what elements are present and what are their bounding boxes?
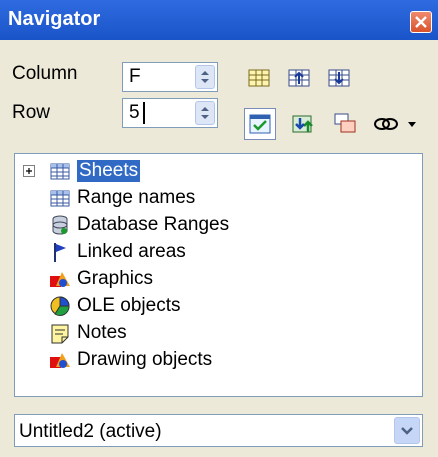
- tree-item-notes[interactable]: Notes: [49, 321, 127, 345]
- title-bar[interactable]: Navigator: [0, 0, 438, 40]
- end-button[interactable]: [325, 64, 353, 92]
- linked-areas-icon: [54, 243, 66, 262]
- column-spin-field[interactable]: F: [122, 62, 218, 92]
- scenarios-button[interactable]: [290, 110, 318, 138]
- spin-arrows-icon: [201, 71, 209, 83]
- tree-item-label: Linked areas: [77, 241, 186, 262]
- row-value[interactable]: 5: [129, 102, 140, 124]
- tree-item-database-ranges[interactable]: Database Ranges: [49, 213, 229, 237]
- row-spin-buttons[interactable]: [195, 101, 215, 125]
- close-button[interactable]: [410, 11, 432, 33]
- row-spin-field[interactable]: 5: [122, 98, 218, 128]
- data-range-button[interactable]: [245, 64, 273, 92]
- graphics-icon: [50, 272, 70, 287]
- navigator-window: Navigator Column F Row 5 Sheets Range na…: [0, 0, 438, 457]
- tree-item-linked-areas[interactable]: Linked areas: [49, 240, 186, 264]
- document-select[interactable]: Untitled2 (active): [14, 414, 423, 447]
- drag-mode-button[interactable]: [331, 110, 359, 138]
- document-select-dropdown-button[interactable]: [394, 417, 420, 444]
- tree-item-ole-objects[interactable]: OLE objects: [49, 294, 181, 318]
- row-label: Row: [12, 102, 51, 123]
- close-icon: [415, 16, 427, 28]
- link-button[interactable]: [372, 110, 400, 138]
- range-names-icon: [50, 190, 70, 207]
- notes-icon: [51, 324, 69, 344]
- tree-item-graphics[interactable]: Graphics: [49, 267, 153, 291]
- text-caret: [143, 102, 145, 124]
- tree-item-label: Range names: [77, 187, 196, 208]
- contents-toggle-button[interactable]: [244, 108, 276, 140]
- tree-item-label: Drawing objects: [77, 349, 213, 370]
- expand-sheets-toggle[interactable]: [23, 165, 35, 177]
- sheets-icon: [50, 163, 70, 180]
- column-label: Column: [12, 63, 78, 84]
- tree-item-range-names[interactable]: Range names: [49, 186, 195, 210]
- tree-item-label: OLE objects: [77, 295, 181, 316]
- database-icon: [52, 215, 68, 235]
- end-icon: [328, 69, 350, 87]
- dropdown-arrow-icon: [408, 122, 416, 127]
- tree-item-label: Notes: [77, 322, 127, 343]
- spin-arrows-icon: [201, 107, 209, 119]
- plus-icon: [26, 168, 32, 174]
- start-icon: [288, 69, 310, 87]
- start-button[interactable]: [285, 64, 313, 92]
- drawing-objects-icon: [50, 353, 70, 368]
- tree-item-sheets[interactable]: Sheets: [49, 159, 141, 183]
- scenarios-icon: [292, 115, 313, 133]
- tree-item-label: Database Ranges: [77, 214, 230, 235]
- ole-objects-icon: [50, 296, 70, 317]
- column-spin-buttons[interactable]: [195, 65, 215, 89]
- chevron-down-icon: [401, 427, 413, 435]
- navigator-tree[interactable]: Sheets Range names Database Ranges Linke…: [14, 153, 423, 397]
- document-select-value: Untitled2 (active): [19, 421, 162, 442]
- window-title: Navigator: [8, 8, 101, 30]
- data-range-icon: [248, 69, 270, 87]
- tree-item-label: Sheets: [77, 160, 141, 182]
- toolbar-menu-button[interactable]: [400, 110, 424, 138]
- contents-toggle-icon: [249, 114, 271, 134]
- link-icon: [374, 118, 398, 130]
- tree-item-drawing-objects[interactable]: Drawing objects: [49, 348, 212, 372]
- drag-mode-icon: [334, 113, 356, 133]
- column-value[interactable]: F: [129, 66, 141, 88]
- tree-item-label: Graphics: [77, 268, 154, 289]
